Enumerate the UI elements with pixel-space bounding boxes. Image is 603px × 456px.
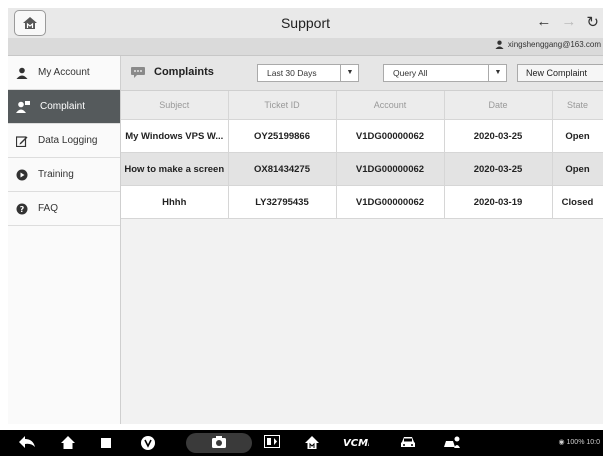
question-icon: ? xyxy=(16,203,28,214)
back-arrow-icon[interactable]: ← xyxy=(536,13,551,31)
title-bar: Support ← → ↻ xyxy=(8,8,603,39)
sidebar-item-label: Complaint xyxy=(40,101,86,112)
service-icon[interactable] xyxy=(443,435,461,449)
cell-subject: How to make a screen xyxy=(121,152,229,186)
new-complaint-button[interactable]: New Complaint xyxy=(517,64,603,82)
user-bar: xingshenggang@163.com xyxy=(8,38,603,56)
page-title: Support xyxy=(280,15,331,31)
column-header: Ticket ID xyxy=(228,91,337,120)
complaints-table: Subject Ticket ID Account Date State My … xyxy=(121,91,603,219)
complaints-toolbar: Complaints Last 30 Days ▼ Query All ▼ Ne… xyxy=(121,56,603,91)
cell-date: 2020-03-25 xyxy=(444,119,553,153)
table-row[interactable]: Hhhh LY32795435 V1DG00000062 2020-03-19 … xyxy=(121,185,603,219)
column-header: Subject xyxy=(121,91,229,120)
user-icon xyxy=(495,40,504,49)
query-select-value: Query All xyxy=(393,68,428,78)
cell-ticket-id: OY25199866 xyxy=(228,119,337,153)
user-email: xingshenggang@163.com xyxy=(507,40,601,49)
sidebar-item-faq[interactable]: ? FAQ xyxy=(8,192,120,226)
play-icon xyxy=(16,169,28,180)
svg-text:VCMI: VCMI xyxy=(343,438,369,448)
recent-apps-icon[interactable] xyxy=(100,437,112,449)
camera-icon[interactable] xyxy=(211,435,227,449)
vcmi-icon[interactable]: VCMI xyxy=(343,436,369,448)
cell-account: V1DG00000062 xyxy=(336,185,445,219)
home-icon[interactable] xyxy=(60,435,76,450)
edit-icon xyxy=(16,135,28,147)
system-bottom-bar: VCMI ◉ 100% 10:0 xyxy=(0,430,603,456)
cell-state: Closed xyxy=(552,185,603,219)
cell-state: Open xyxy=(552,152,603,186)
cell-ticket-id: LY32795435 xyxy=(228,185,337,219)
column-header: Account xyxy=(336,91,445,120)
person-icon xyxy=(16,67,28,79)
sidebar: My Account Complaint Data Logging Traini… xyxy=(8,56,121,424)
cell-state: Open xyxy=(552,119,603,153)
sidebar-item-label: My Account xyxy=(38,67,90,78)
chat-bubble-icon xyxy=(131,67,145,78)
chevron-down-icon: ▼ xyxy=(488,65,507,81)
cell-ticket-id: OX81434275 xyxy=(228,152,337,186)
cell-date: 2020-03-25 xyxy=(444,152,553,186)
chevron-down-icon: ▼ xyxy=(340,65,359,81)
complaints-panel: Complaints Last 30 Days ▼ Query All ▼ Ne… xyxy=(121,56,603,424)
table-row[interactable]: How to make a screen OX81434275 V1DG0000… xyxy=(121,152,603,186)
sidebar-item-label: FAQ xyxy=(38,203,59,214)
column-header: Date xyxy=(444,91,553,120)
forward-arrow-icon[interactable]: → xyxy=(561,13,576,31)
wifi-icon: ◉ xyxy=(558,439,565,446)
back-icon[interactable] xyxy=(18,435,36,449)
period-select[interactable]: Last 30 Days ▼ xyxy=(257,64,359,82)
table-row[interactable]: My Windows VPS W... OY25199866 V1DG00000… xyxy=(121,119,603,153)
complaints-title: Complaints xyxy=(154,66,214,78)
sidebar-item-complaint[interactable]: Complaint xyxy=(8,90,120,124)
table-header-row: Subject Ticket ID Account Date State xyxy=(121,91,603,120)
sidebar-item-label: Training xyxy=(38,169,74,180)
sidebar-item-label: Data Logging xyxy=(38,135,98,146)
app-screen: Support ← → ↻ xingshenggang@163.com My A… xyxy=(0,0,603,456)
sidebar-item-training[interactable]: Training xyxy=(8,158,120,192)
cell-date: 2020-03-19 xyxy=(444,185,553,219)
sidebar-item-data-logging[interactable]: Data Logging xyxy=(8,124,120,158)
period-select-value: Last 30 Days xyxy=(267,68,317,78)
sidebar-item-my-account[interactable]: My Account xyxy=(8,56,120,90)
status-bar: ◉ 100% 10:0 xyxy=(558,438,600,446)
svg-text:?: ? xyxy=(20,205,25,214)
cell-subject: My Windows VPS W... xyxy=(121,119,229,153)
status-text: 100% 10:0 xyxy=(566,439,600,446)
complaint-icon xyxy=(16,100,30,113)
column-header: State xyxy=(552,91,603,120)
cell-account: V1DG00000062 xyxy=(336,152,445,186)
autel-home-icon[interactable] xyxy=(304,435,320,450)
query-select[interactable]: Query All ▼ xyxy=(383,64,507,82)
screen-mirror-icon[interactable] xyxy=(264,435,280,448)
browser-icon[interactable] xyxy=(140,435,156,451)
cell-subject: Hhhh xyxy=(121,185,229,219)
refresh-icon[interactable]: ↻ xyxy=(586,13,599,31)
cell-account: V1DG00000062 xyxy=(336,119,445,153)
car-icon[interactable] xyxy=(400,435,416,449)
